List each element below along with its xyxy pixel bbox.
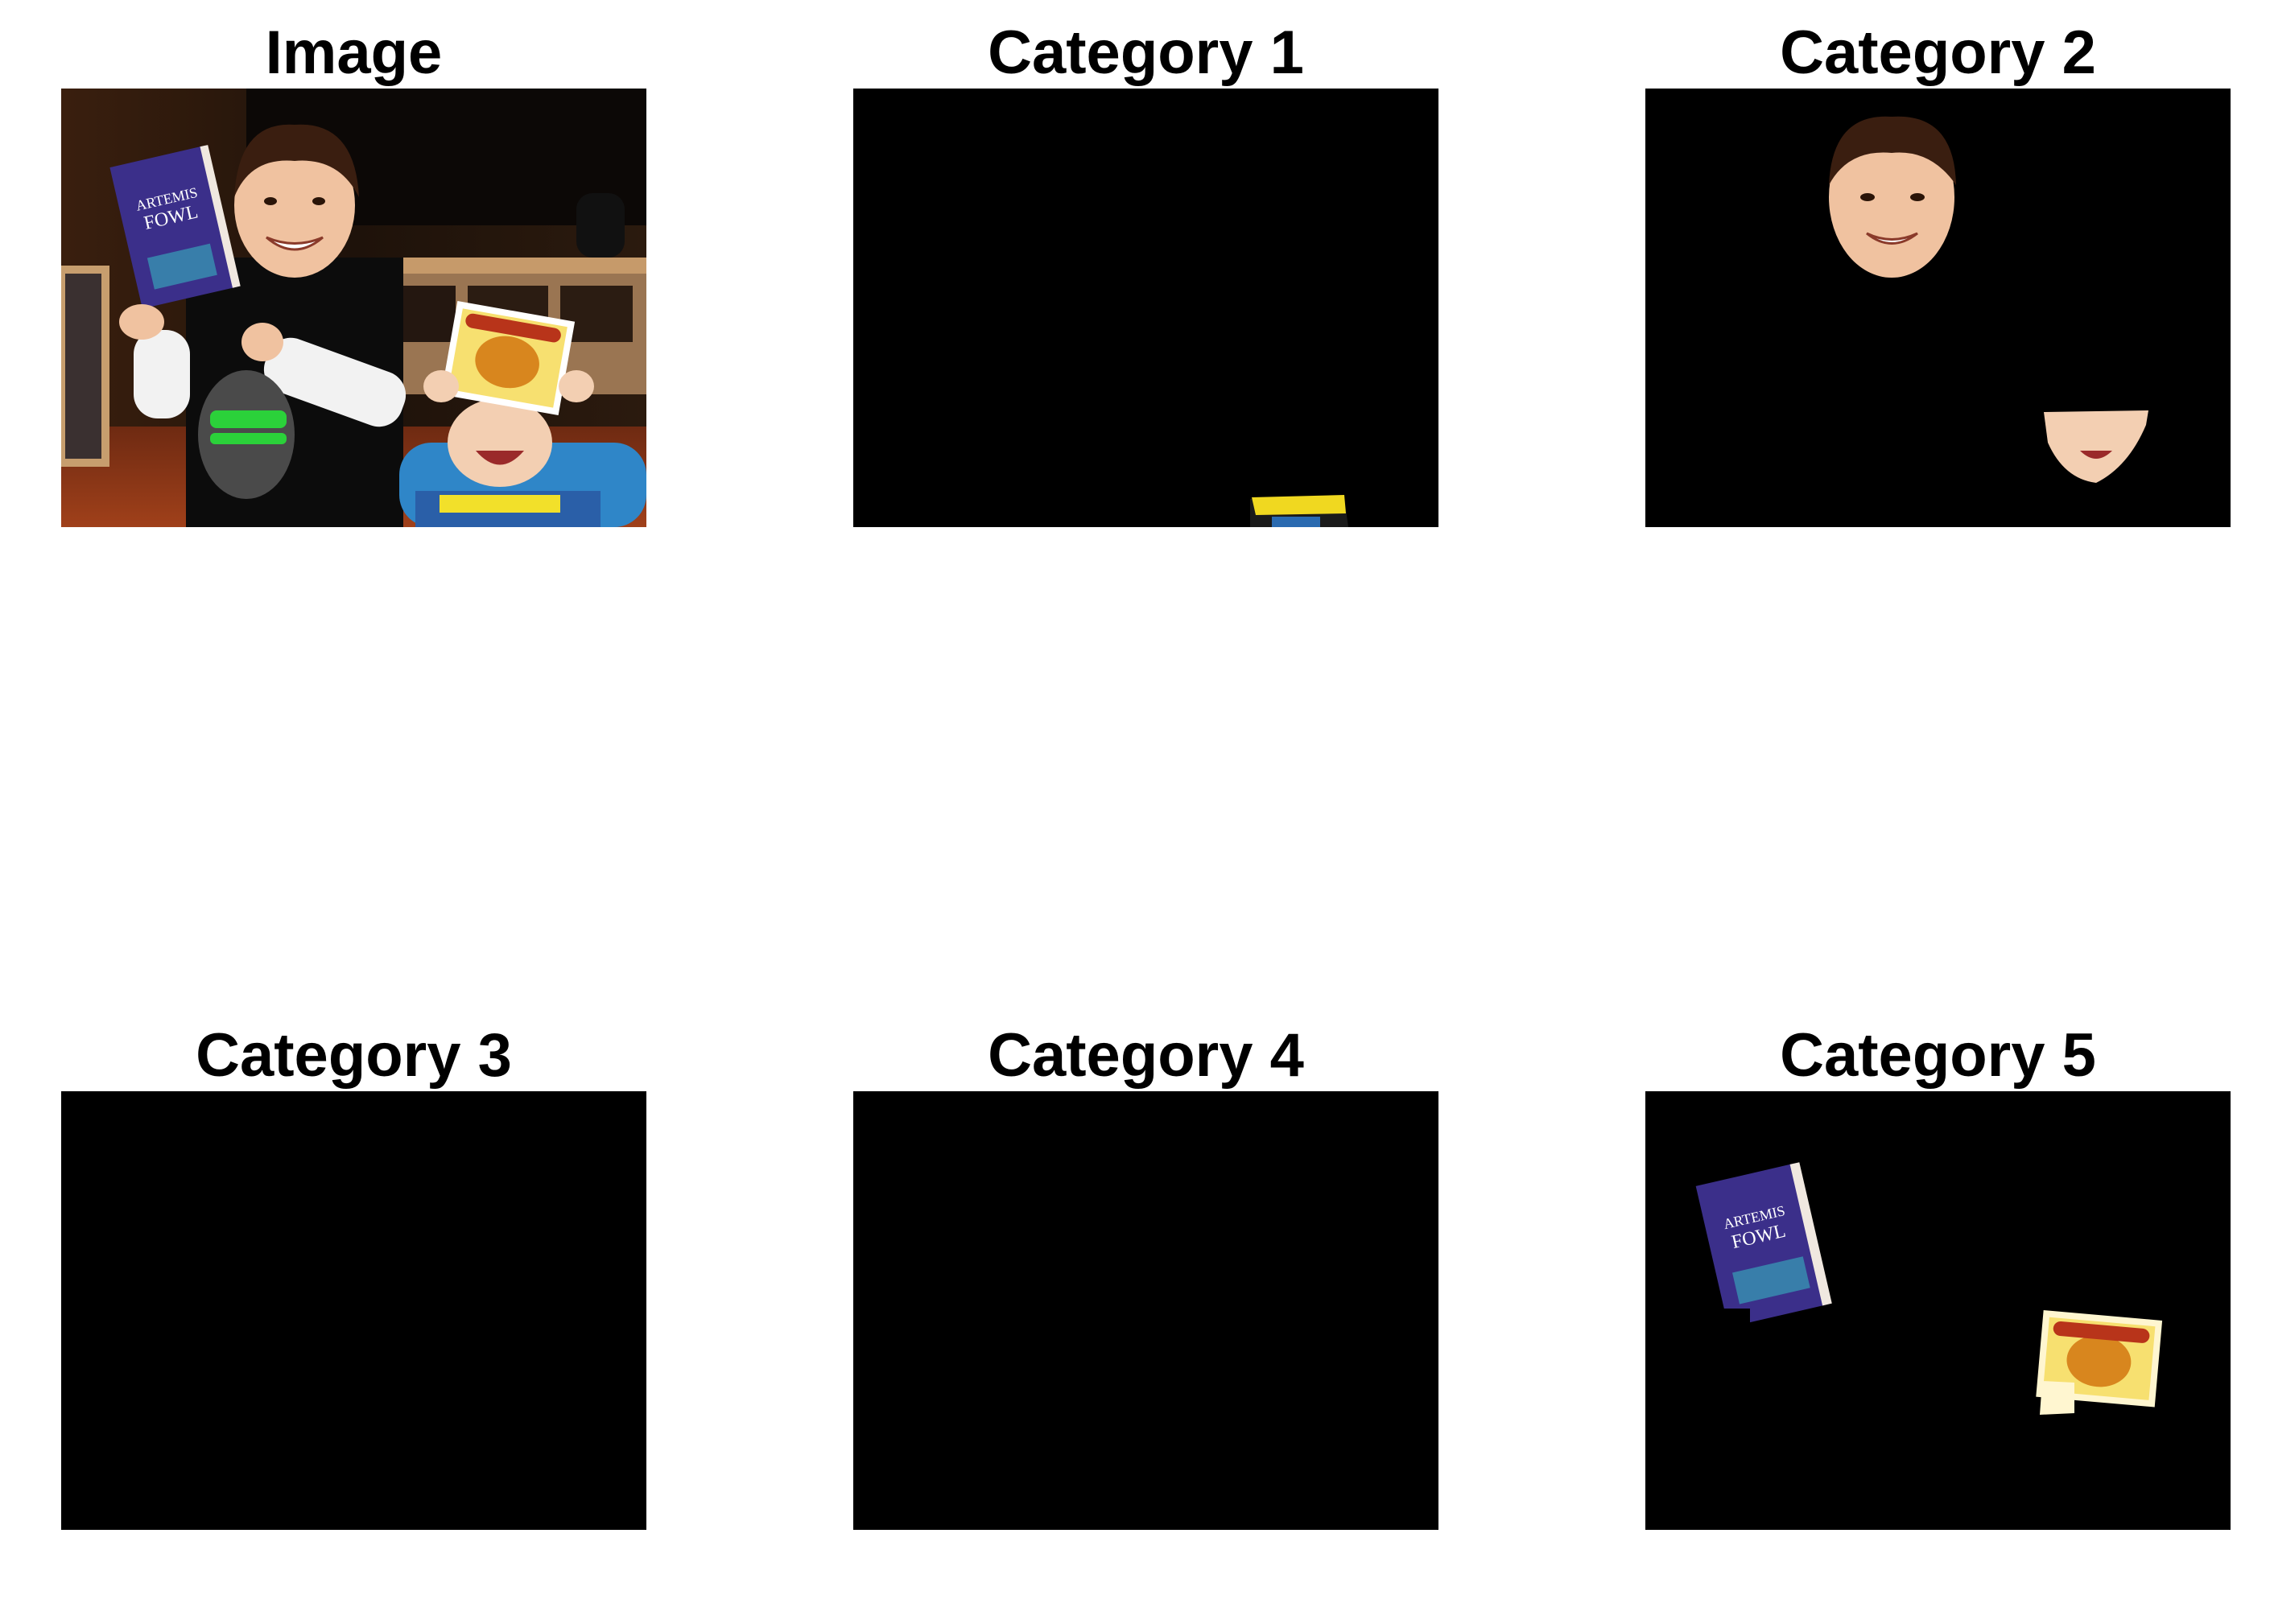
panel-title: Category 2 bbox=[1780, 19, 2096, 87]
panel-title: Category 1 bbox=[988, 19, 1304, 87]
mask-category-3 bbox=[61, 1091, 646, 1530]
mask-category-4 bbox=[853, 1091, 1438, 1530]
panel-title: Image bbox=[265, 19, 443, 87]
panel-category-3: Category 3 bbox=[61, 1019, 646, 1534]
panel-category-2: Category 2 bbox=[1645, 16, 2231, 531]
mask-category-5: ARTEMIS FOWL bbox=[1645, 1091, 2231, 1530]
panel-title: Category 5 bbox=[1780, 1021, 2096, 1090]
photo-image: ARTEMIS FOWL bbox=[61, 89, 646, 527]
mask-category-2 bbox=[1645, 89, 2231, 527]
panel-category-4: Category 4 bbox=[853, 1019, 1438, 1534]
mask-category-1 bbox=[853, 89, 1438, 527]
panel-category-5: Category 5 ARTEMIS FOWL bbox=[1645, 1019, 2231, 1534]
panel-title: Category 3 bbox=[196, 1021, 512, 1090]
panel-title: Category 4 bbox=[988, 1021, 1304, 1090]
panel-image: Image ARTEMIS FOWL bbox=[61, 16, 646, 531]
panel-category-1: Category 1 bbox=[853, 16, 1438, 531]
